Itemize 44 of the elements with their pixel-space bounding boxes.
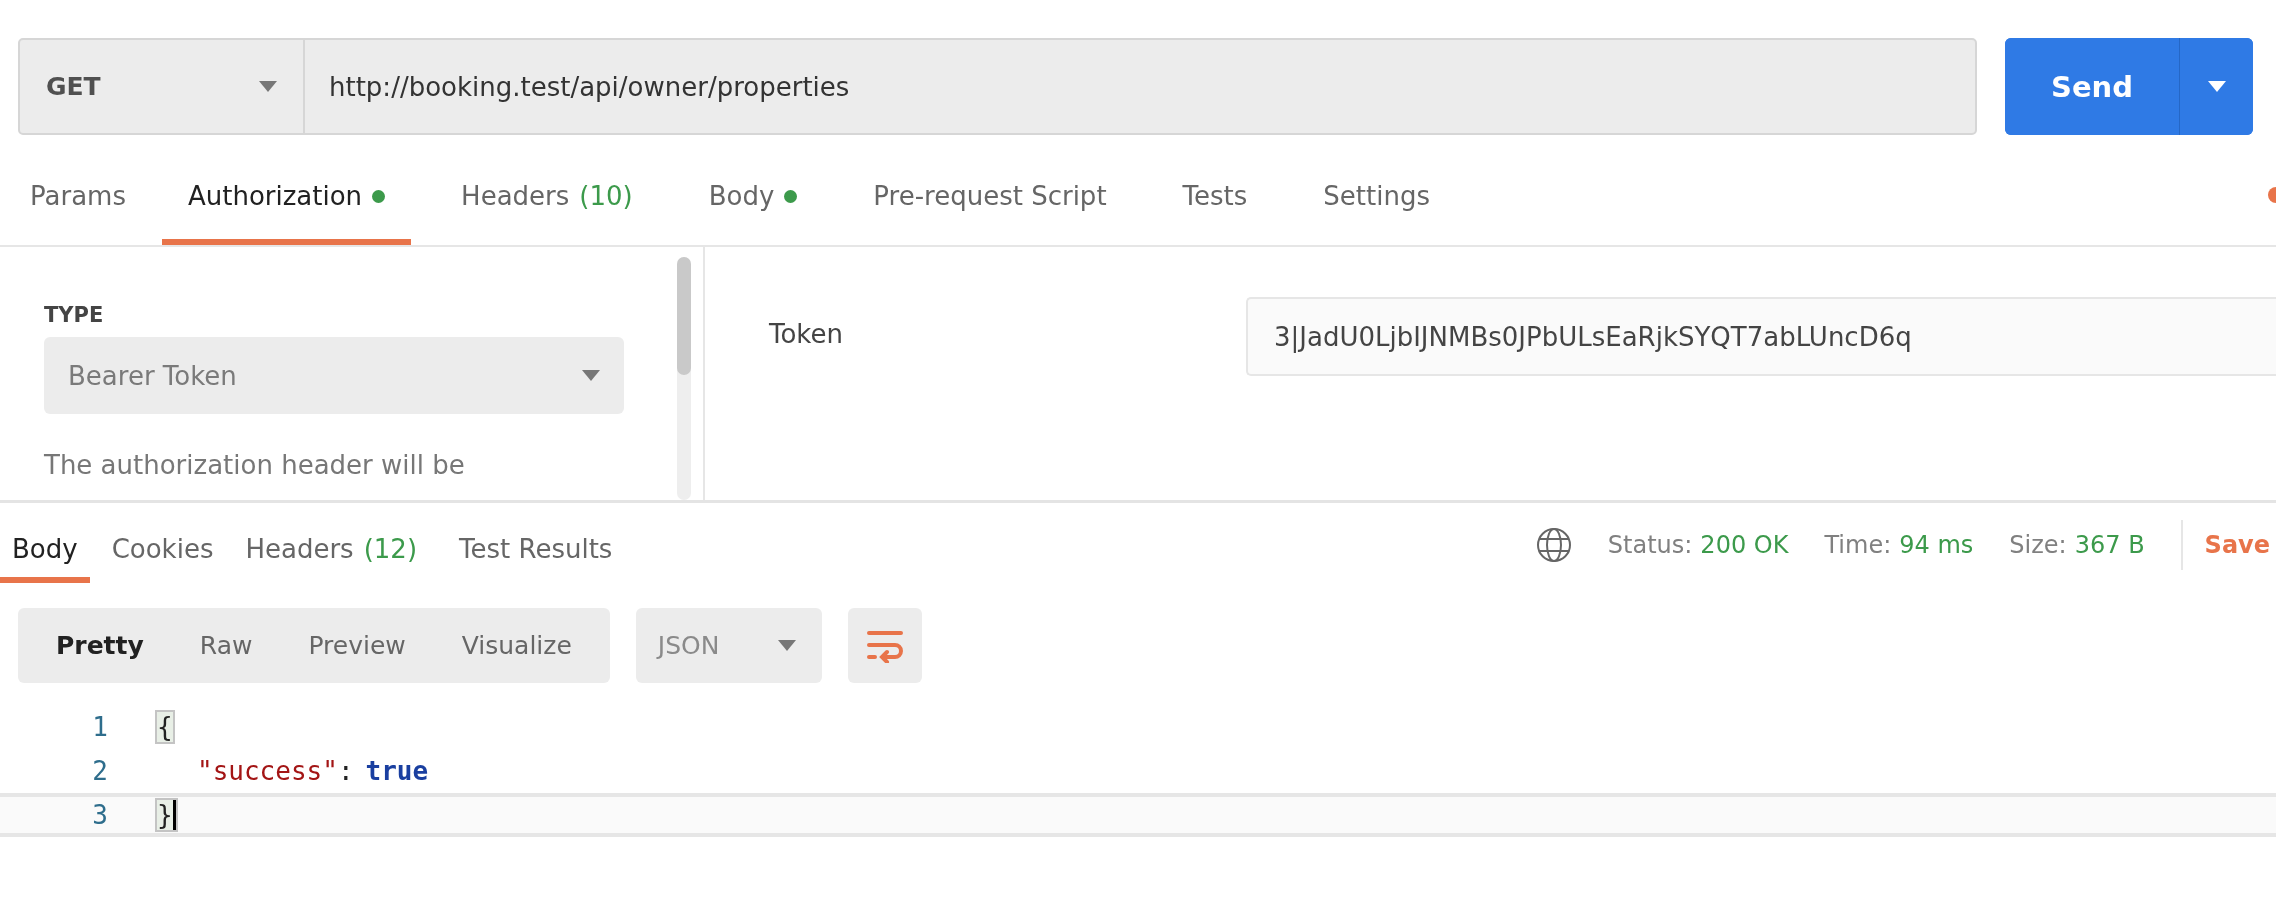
caret-icon — [582, 370, 600, 381]
caret-icon — [777, 640, 796, 651]
status-dot-icon — [784, 189, 798, 203]
wrap-icon — [864, 628, 905, 663]
code-token: true — [365, 756, 429, 786]
format-tab[interactable]: Pretty — [28, 608, 172, 683]
response-tab[interactable]: Test Results — [449, 503, 623, 583]
response-stat: Size: 367 B — [2009, 531, 2145, 559]
scrollbar-thumb[interactable] — [677, 257, 691, 375]
caret-icon — [2207, 81, 2226, 92]
request-tab[interactable]: Authorization — [161, 135, 412, 245]
response-stat: Status: 200 OK — [1607, 531, 1789, 559]
response-stat: Time: 94 ms — [1824, 531, 1974, 559]
request-tab[interactable]: Tests — [1156, 135, 1274, 245]
format-tab[interactable]: Visualize — [433, 608, 600, 683]
format-tab[interactable]: Raw — [171, 608, 281, 683]
request-tab[interactable]: Params — [0, 135, 156, 245]
line-number: 2 — [91, 756, 108, 786]
globe-icon[interactable] — [1535, 527, 1572, 563]
auth-description: The authorization header will be — [44, 450, 466, 480]
code-token: : — [337, 756, 354, 786]
token-label: Token — [768, 318, 844, 349]
request-tab[interactable]: Pre-request Script — [847, 135, 1133, 245]
auth-type-dropdown[interactable]: Bearer Token — [44, 337, 624, 414]
line-number: 1 — [91, 712, 108, 742]
request-tab[interactable]: Body — [682, 135, 824, 245]
save-response-button[interactable]: Save — [2204, 531, 2276, 559]
format-dropdown[interactable]: JSON — [635, 608, 822, 683]
response-tab[interactable]: Body — [0, 503, 90, 583]
line-number: 3 — [91, 800, 108, 830]
scrollbar-track[interactable] — [677, 257, 691, 500]
format-tab[interactable]: Preview — [280, 608, 434, 683]
type-label: TYPE — [44, 303, 105, 327]
request-tab[interactable]: Settings — [1297, 135, 1456, 245]
token-field[interactable]: 3|JadU0LjbIJNMBs0JPbULsEaRjkSYQT7abLUncD6q — [1246, 297, 2276, 376]
request-tab[interactable]: Headers (10) — [435, 135, 659, 245]
send-options-button[interactable] — [2179, 38, 2253, 135]
response-tab[interactable]: Headers (12) — [235, 503, 428, 583]
code-token: } — [157, 800, 176, 830]
code-token: "success" — [197, 756, 338, 786]
wrap-lines-button[interactable] — [847, 608, 922, 683]
response-tab[interactable]: Cookies — [101, 503, 224, 583]
status-dot-icon — [372, 189, 386, 203]
code-token: { — [157, 712, 173, 742]
